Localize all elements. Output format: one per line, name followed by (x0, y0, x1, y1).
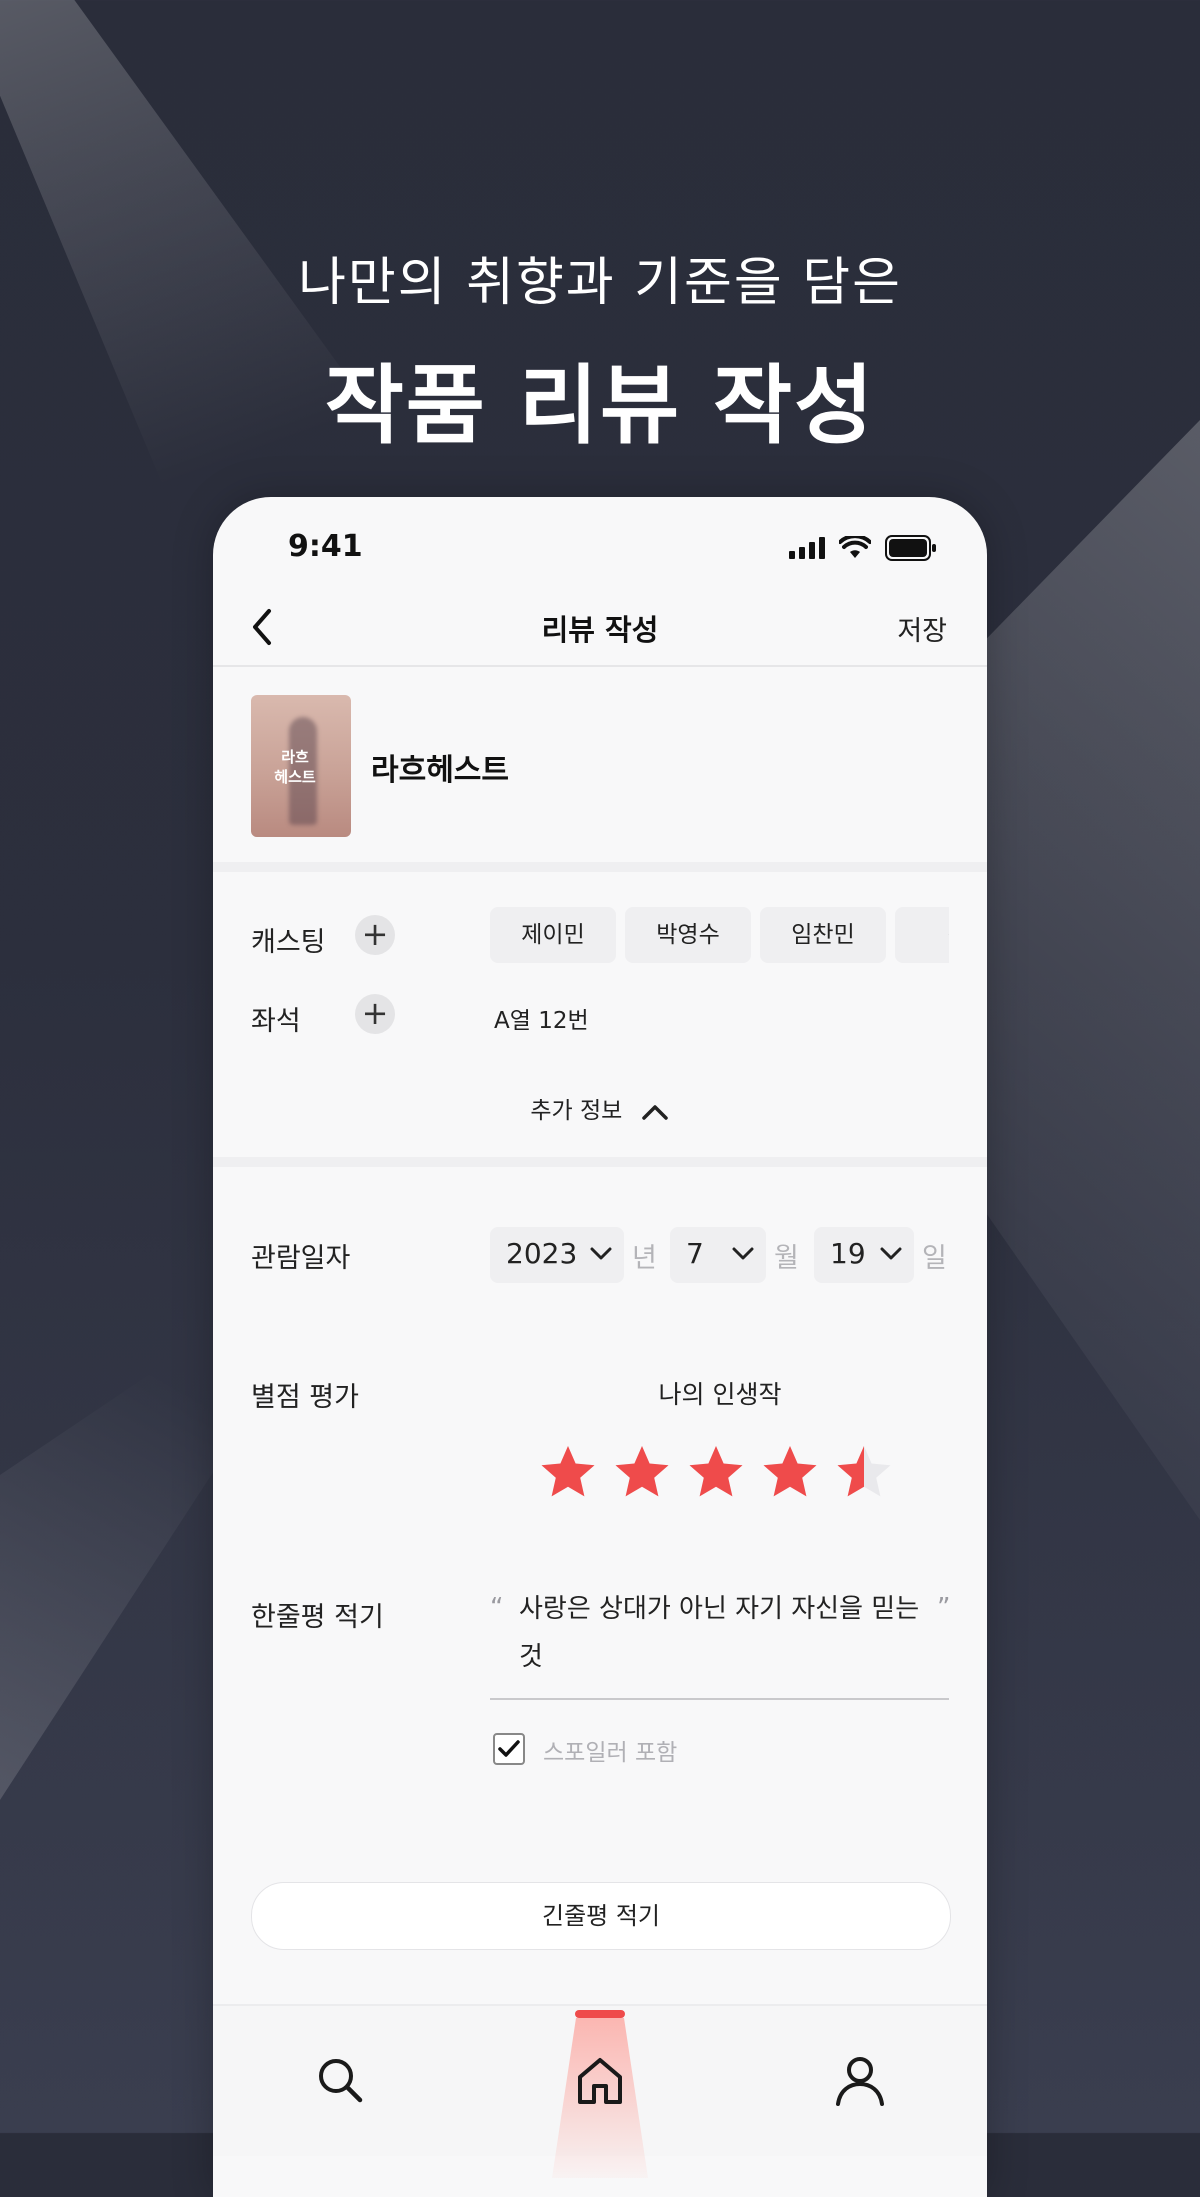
star-icon[interactable] (834, 1443, 894, 1501)
day-select[interactable]: 19 (814, 1227, 914, 1283)
chevron-down-icon (880, 1247, 902, 1260)
one-line-label: 한줄평 적기 (251, 1602, 384, 1633)
one-line-input[interactable]: 사랑은 상대가 아닌 자기 자신을 믿는 것 (519, 1585, 939, 1681)
casting-chip[interactable]: 제이민 (490, 907, 616, 963)
open-quote: “ (490, 1593, 504, 1623)
view-date-label: 관람일자 (251, 1243, 351, 1274)
search-icon[interactable] (310, 2050, 370, 2110)
long-review-button[interactable]: 긴줄평 적기 (251, 1882, 951, 1950)
promo-subtitle: 나만의 취향과 기준을 담은 (298, 253, 902, 313)
add-seat-button[interactable]: + (355, 994, 395, 1034)
signal-icon (789, 537, 825, 559)
casting-chip-list: 제이민박영수임찬민진 (490, 907, 949, 963)
day-value: 19 (830, 1237, 866, 1270)
section-divider (213, 1157, 987, 1167)
year-select[interactable]: 2023 (490, 1227, 624, 1283)
seat-value: A열 12번 (494, 1008, 589, 1034)
one-line-underline (490, 1698, 949, 1700)
spoiler-label: 스포일러 포함 (543, 1740, 678, 1766)
close-quote: ” (937, 1593, 951, 1623)
chevron-down-icon (590, 1247, 612, 1260)
work-poster[interactable]: 라흐 헤스트 (251, 695, 351, 837)
rating-caption: 나의 인생작 (658, 1380, 782, 1409)
section-divider (213, 862, 987, 872)
seat-label: 좌석 (251, 1006, 301, 1037)
star-icon[interactable] (612, 1443, 672, 1501)
chevron-up-icon (641, 1104, 668, 1120)
active-tab-indicator (575, 2010, 625, 2018)
rating-label: 별점 평가 (251, 1382, 359, 1413)
more-info-label: 추가 정보 (530, 1098, 623, 1124)
wifi-icon (839, 536, 871, 558)
chevron-down-icon (732, 1247, 754, 1260)
month-select[interactable]: 7 (670, 1227, 766, 1283)
status-bar: 9:41 (213, 497, 987, 587)
star-rating[interactable] (538, 1443, 894, 1501)
month-value: 7 (686, 1237, 704, 1270)
status-time: 9:41 (288, 529, 363, 564)
poster-title: 라흐 헤스트 (274, 748, 316, 786)
add-casting-button[interactable]: + (355, 915, 395, 955)
year-unit: 년 (632, 1243, 657, 1274)
casting-label: 캐스팅 (251, 927, 326, 958)
more-info-toggle[interactable]: 추가 정보 (213, 1091, 987, 1125)
profile-icon[interactable] (830, 2050, 890, 2110)
nav-bar: 리뷰 작성 저장 (213, 587, 987, 667)
star-icon[interactable] (686, 1443, 746, 1501)
home-icon[interactable] (570, 2050, 630, 2110)
phone-screen: 9:41 리뷰 작성 저장 라흐 헤스트 라흐헤스트 캐스팅 + 제이민 박영수… (213, 497, 987, 2197)
day-unit: 일 (922, 1243, 947, 1274)
battery-icon (885, 535, 936, 561)
casting-chip[interactable]: 박영수 (625, 907, 751, 963)
work-info: 라흐 헤스트 라흐헤스트 (213, 667, 987, 862)
casting-chip[interactable]: 임찬민 (760, 907, 886, 963)
check-icon (498, 1740, 520, 1757)
year-value: 2023 (506, 1237, 578, 1270)
casting-chip[interactable]: 진 (895, 907, 949, 963)
tab-bar (213, 2004, 987, 2178)
spoiler-checkbox[interactable] (493, 1733, 525, 1765)
star-icon[interactable] (538, 1443, 598, 1501)
promo-title: 작품 리뷰 작성 (324, 356, 876, 456)
status-icons (789, 535, 937, 561)
month-unit: 월 (774, 1243, 799, 1274)
page-title: 리뷰 작성 (541, 613, 659, 647)
save-button[interactable]: 저장 (897, 609, 947, 648)
work-title: 라흐헤스트 (371, 753, 509, 788)
star-icon[interactable] (760, 1443, 820, 1501)
